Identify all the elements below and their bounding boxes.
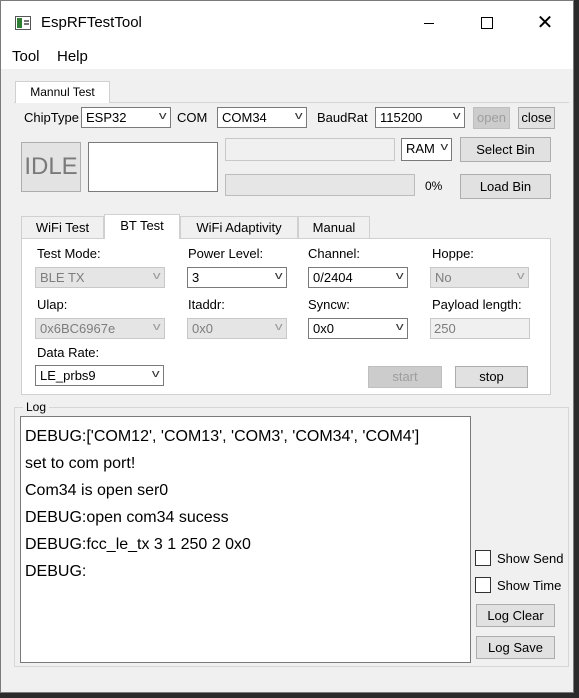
log-group-label: Log xyxy=(23,400,50,414)
window-title: EspRFTestTool xyxy=(41,14,142,31)
syncw-select[interactable]: 0x0 v xyxy=(308,318,408,339)
close-icon: ✕ xyxy=(536,12,554,34)
chevron-down-icon: v xyxy=(435,141,448,153)
minimize-icon xyxy=(424,22,434,24)
log-line: set to com port! xyxy=(25,455,136,472)
bin-path-field[interactable] xyxy=(225,138,395,161)
chip-type-value: ESP32 xyxy=(86,110,127,125)
chevron-down-icon: v xyxy=(452,110,461,122)
channel-label: Channel: xyxy=(308,246,361,261)
baud-rate-label: BaudRat xyxy=(317,110,368,125)
hoppe-label: Hoppe: xyxy=(432,246,474,261)
channel-select[interactable]: 0/2404 v xyxy=(308,267,408,288)
channel-value: 0/2404 xyxy=(313,270,353,285)
tab-bt-test[interactable]: BT Test xyxy=(104,214,180,239)
power-level-value: 3 xyxy=(192,270,200,285)
load-bin-button[interactable]: Load Bin xyxy=(460,174,551,199)
app-window: EspRFTestTool ✕ Tool Help Mannul Test Ch… xyxy=(0,0,574,693)
load-progress-bar xyxy=(225,174,415,196)
test-mode-label: Test Mode: xyxy=(37,246,101,261)
progress-percent-text: 0% xyxy=(425,179,443,193)
flash-target-value: RAM xyxy=(406,141,435,156)
itaddr-label: Itaddr: xyxy=(188,297,225,312)
maximize-icon xyxy=(481,17,493,29)
status-message-box xyxy=(88,142,218,192)
hoppe-value: No xyxy=(435,270,452,285)
com-label: COM xyxy=(177,110,208,125)
payload-length-field[interactable]: 250 xyxy=(430,318,530,339)
flash-target-select[interactable]: RAM v xyxy=(401,138,452,161)
chevron-down-icon: v xyxy=(152,321,161,333)
tab-wifi-test[interactable]: WiFi Test xyxy=(21,216,104,239)
tab-wifi-adaptivity[interactable]: WiFi Adaptivity xyxy=(180,216,298,239)
show-send-checkbox[interactable] xyxy=(475,550,491,566)
data-rate-label: Data Rate: xyxy=(37,345,100,360)
show-time-option[interactable]: Show Time xyxy=(475,576,569,596)
chip-type-label: ChipType xyxy=(24,110,79,125)
chevron-down-icon: v xyxy=(158,110,167,122)
menu-tool[interactable]: Tool xyxy=(12,48,40,65)
chevron-down-icon: v xyxy=(274,321,283,333)
ulap-value: 0x6BC6967e xyxy=(40,321,116,336)
hoppe-select[interactable]: No v xyxy=(430,267,529,288)
log-line: DEBUG:open com34 sucess xyxy=(25,509,229,526)
log-line: Com34 is open ser0 xyxy=(25,482,169,499)
tab-manual[interactable]: Manual xyxy=(298,216,370,239)
close-window-button[interactable]: ✕ xyxy=(517,1,573,45)
log-line: DEBUG:fcc_le_tx 3 1 250 2 0x0 xyxy=(25,536,251,553)
start-button[interactable]: start xyxy=(368,366,442,388)
com-select[interactable]: COM34 v xyxy=(217,107,307,128)
itaddr-value: 0x0 xyxy=(192,321,213,336)
baud-rate-value: 115200 xyxy=(380,110,423,125)
stop-button[interactable]: stop xyxy=(455,366,528,388)
menu-bar: Tool Help xyxy=(1,45,573,69)
tab-mannul-test[interactable]: Mannul Test xyxy=(15,81,110,103)
chevron-down-icon: v xyxy=(274,270,283,282)
menu-help[interactable]: Help xyxy=(57,48,88,65)
close-port-button[interactable]: close xyxy=(518,107,555,129)
chevron-down-icon: v xyxy=(294,110,303,122)
log-line: DEBUG:['COM12', 'COM13', 'COM3', 'COM34'… xyxy=(25,428,420,445)
app-icon xyxy=(15,16,31,30)
ulap-label: Ulap: xyxy=(37,297,68,312)
ulap-select[interactable]: 0x6BC6967e v xyxy=(35,318,165,339)
baud-rate-select[interactable]: 115200 v xyxy=(375,107,465,128)
chevron-down-icon: v xyxy=(395,270,404,282)
syncw-label: Syncw: xyxy=(308,297,350,312)
show-send-option[interactable]: Show Send xyxy=(475,549,569,569)
log-clear-button[interactable]: Log Clear xyxy=(476,604,555,627)
log-save-button[interactable]: Log Save xyxy=(476,636,555,659)
chevron-down-icon: v xyxy=(516,270,525,282)
select-bin-button[interactable]: Select Bin xyxy=(460,137,551,162)
data-rate-value: LE_prbs9 xyxy=(40,368,96,383)
chevron-down-icon: v xyxy=(152,270,161,282)
chevron-down-icon: v xyxy=(151,368,160,380)
title-bar: EspRFTestTool ✕ xyxy=(1,1,573,45)
power-level-label: Power Level: xyxy=(188,246,264,261)
syncw-value: 0x0 xyxy=(313,321,334,336)
minimize-button[interactable] xyxy=(401,1,457,45)
payload-length-label: Payload length: xyxy=(432,297,522,312)
open-port-button[interactable]: open xyxy=(473,107,510,129)
chevron-down-icon: v xyxy=(395,321,404,333)
data-rate-select[interactable]: LE_prbs9 v xyxy=(35,365,164,386)
status-indicator: IDLE xyxy=(21,142,81,192)
log-line: DEBUG: xyxy=(25,563,87,580)
show-time-checkbox[interactable] xyxy=(475,577,491,593)
test-mode-value: BLE TX xyxy=(40,270,85,285)
show-send-label: Show Send xyxy=(497,551,564,566)
com-value: COM34 xyxy=(222,110,267,125)
maximize-button[interactable] xyxy=(459,1,515,45)
power-level-select[interactable]: 3v xyxy=(187,267,287,288)
show-time-label: Show Time xyxy=(497,578,562,593)
test-mode-select[interactable]: BLE TX v xyxy=(35,267,165,288)
test-tabs: WiFi Test BT Test WiFi Adaptivity Manual xyxy=(21,214,551,240)
log-output[interactable]: DEBUG:['COM12', 'COM13', 'COM3', 'COM34'… xyxy=(20,416,471,663)
chip-type-select[interactable]: ESP32 v xyxy=(81,107,171,128)
itaddr-select[interactable]: 0x0 v xyxy=(187,318,287,339)
